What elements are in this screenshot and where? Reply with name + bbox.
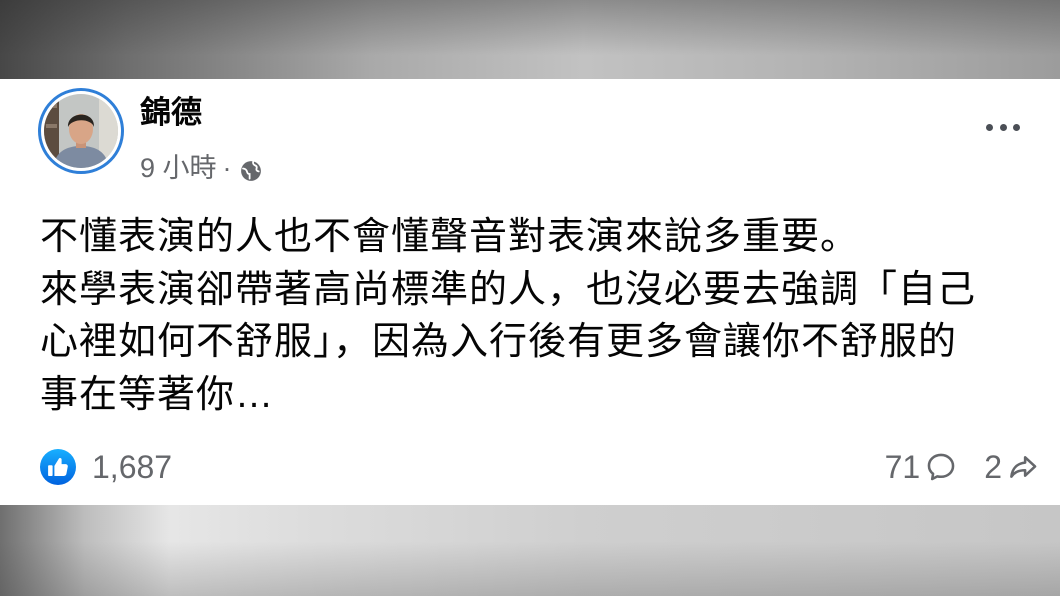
more-dot: [999, 123, 1007, 131]
blurred-background-top: [0, 0, 1060, 79]
shares-stat[interactable]: 2: [984, 449, 1040, 485]
author-avatar[interactable]: [38, 88, 124, 174]
more-dot: [1013, 123, 1020, 131]
engagement-stats: 71 2: [885, 449, 1040, 485]
blurred-background-bottom: [0, 505, 1060, 596]
more-options-icon[interactable]: [986, 122, 1020, 132]
reaction-count: 1,687: [92, 449, 173, 485]
meta-separator: ·: [222, 153, 232, 183]
share-count: 2: [984, 449, 1002, 485]
post-body: 不懂表演的人也不會懂聲音對表演來說多重要。 來學表演卻帶著高尚標準的人，也沒必要…: [40, 211, 976, 421]
post-text-line: 心裡如何不舒服」，因為入行後有更多會讓你不舒服的: [40, 321, 958, 363]
post-text-line: 來學表演卻帶著高尚標準的人，也沒必要去強調「自己: [40, 268, 977, 311]
post-text-line: 不懂表演的人也不會懂聲音對表演來說多重要。: [40, 216, 860, 258]
post-timestamp[interactable]: 9 小時: [140, 150, 217, 186]
globe-icon[interactable]: [240, 160, 262, 182]
more-dot: [986, 123, 993, 131]
post-meta: 9 小時 ·: [140, 150, 262, 186]
avatar-photo: [44, 94, 118, 168]
like-icon: [40, 449, 76, 485]
comments-stat[interactable]: 71: [885, 449, 959, 485]
comment-icon: [924, 450, 958, 484]
reactions-summary[interactable]: 1,687: [40, 449, 172, 485]
author-name[interactable]: 錦德: [140, 93, 202, 133]
share-icon: [1006, 450, 1040, 484]
facebook-post-card: 錦德 9 小時 · 不懂表演的人也不會懂聲音對表演來說多重要。 來學表演卻帶著高…: [0, 79, 1060, 505]
comment-count: 71: [884, 449, 921, 485]
post-text-line: 事在等著你…: [40, 373, 275, 416]
